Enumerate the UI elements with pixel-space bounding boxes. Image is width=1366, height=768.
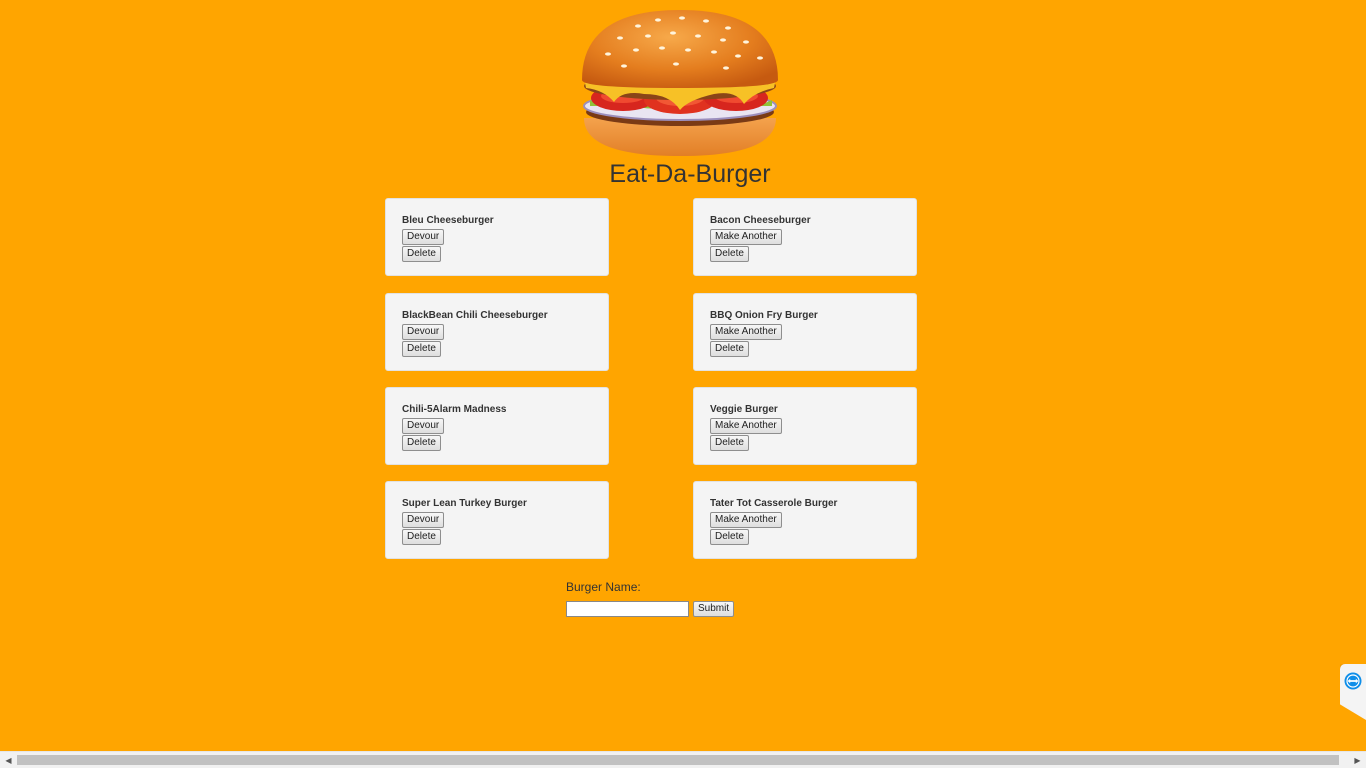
burger-name: Bleu Cheeseburger	[402, 215, 494, 226]
form-row: Submit	[566, 601, 735, 617]
burger-name: Super Lean Turkey Burger	[402, 498, 527, 509]
burger-name: Bacon Cheeseburger	[710, 215, 811, 226]
make-another-button[interactable]: Make Another	[710, 418, 782, 434]
make-another-button[interactable]: Make Another	[710, 512, 782, 528]
submit-button[interactable]: Submit	[693, 601, 735, 617]
page: Eat-Da-Burger Bleu Cheeseburger Devour D…	[0, 0, 1366, 768]
devour-button[interactable]: Devour	[402, 324, 445, 340]
delete-button[interactable]: Delete	[402, 246, 441, 262]
devour-button[interactable]: Devour	[402, 418, 445, 434]
burger-name: Chili-5Alarm Madness	[402, 404, 507, 415]
burger-name: Veggie Burger	[710, 404, 778, 415]
teamviewer-widget[interactable]	[1340, 664, 1366, 720]
burger-card-uneaten: Super Lean Turkey Burger Devour Delete	[385, 481, 609, 559]
burger-card-uneaten: Bleu Cheeseburger Devour Delete	[385, 198, 609, 276]
add-burger-form: Burger Name: Submit	[566, 580, 735, 617]
burger-card-uneaten: BlackBean Chili Cheeseburger Devour Dele…	[385, 293, 609, 371]
burger-card-devoured: Veggie Burger Make Another Delete	[693, 387, 917, 465]
devour-button[interactable]: Devour	[402, 229, 445, 245]
burger-name: BBQ Onion Fry Burger	[710, 310, 818, 321]
scroll-right-icon[interactable]: ▶	[1349, 752, 1366, 768]
burger-name-input[interactable]	[566, 601, 689, 617]
page-title: Eat-Da-Burger	[609, 160, 771, 188]
delete-button[interactable]: Delete	[710, 435, 749, 451]
scroll-left-icon[interactable]: ◀	[0, 752, 17, 768]
burger-card-devoured: Bacon Cheeseburger Make Another Delete	[693, 198, 917, 276]
delete-button[interactable]: Delete	[402, 435, 441, 451]
delete-button[interactable]: Delete	[402, 341, 441, 357]
make-another-button[interactable]: Make Another	[710, 324, 782, 340]
burger-icon	[582, 10, 778, 156]
burger-card-devoured: BBQ Onion Fry Burger Make Another Delete	[693, 293, 917, 371]
teamviewer-icon	[1344, 672, 1362, 690]
burger-card-devoured: Tater Tot Casserole Burger Make Another …	[693, 481, 917, 559]
delete-button[interactable]: Delete	[710, 529, 749, 545]
make-another-button[interactable]: Make Another	[710, 229, 782, 245]
burger-name: Tater Tot Casserole Burger	[710, 498, 838, 509]
burger-name-label: Burger Name:	[566, 580, 641, 594]
scrollbar-thumb[interactable]	[17, 755, 1339, 765]
delete-button[interactable]: Delete	[710, 341, 749, 357]
burger-name: BlackBean Chili Cheeseburger	[402, 310, 548, 321]
burger-card-uneaten: Chili-5Alarm Madness Devour Delete	[385, 387, 609, 465]
horizontal-scrollbar[interactable]: ◀ ▶	[0, 751, 1366, 768]
devour-button[interactable]: Devour	[402, 512, 445, 528]
delete-button[interactable]: Delete	[710, 246, 749, 262]
delete-button[interactable]: Delete	[402, 529, 441, 545]
